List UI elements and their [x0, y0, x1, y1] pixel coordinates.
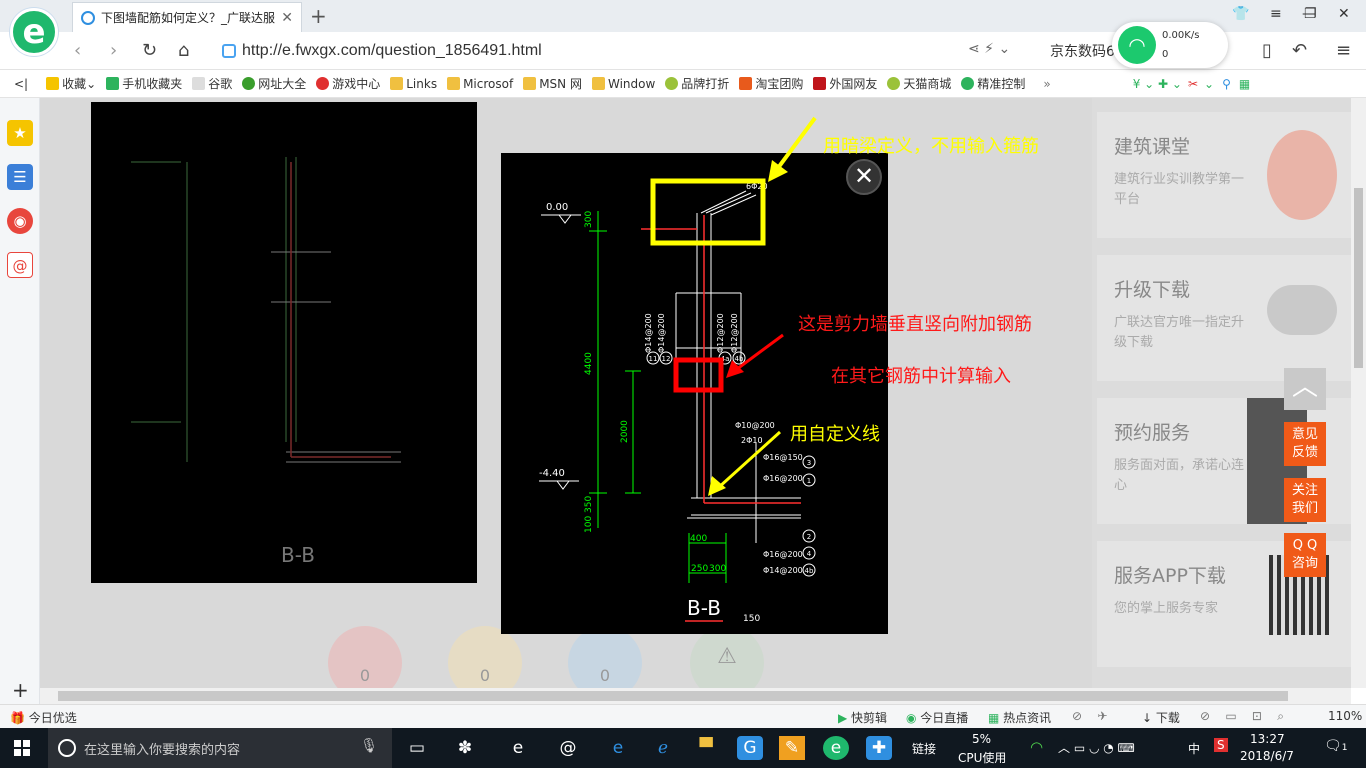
live-link[interactable]: ◉ 今日直播 — [906, 709, 968, 726]
sogou-input-icon[interactable]: S — [1214, 738, 1228, 752]
zoom-level[interactable]: 110% — [1328, 709, 1362, 723]
app-browser-e-icon[interactable]: e — [505, 736, 531, 760]
annotation-arrows — [708, 116, 817, 496]
news-icon: ▦ — [988, 711, 1004, 725]
task-view-icon[interactable]: ▭ — [404, 736, 430, 760]
today-picks-label: 今日优选 — [28, 711, 77, 725]
net-speed: 0.00K/s — [1162, 30, 1200, 41]
clock-date[interactable]: 2018/6/7 — [1240, 749, 1294, 763]
today-picks-link[interactable]: 🎁 今日优选 — [10, 709, 77, 726]
quick-edit-link[interactable]: ▶ 快剪辑 — [838, 709, 887, 726]
download-icon: ↓ — [1142, 711, 1156, 725]
taskbar-search-box[interactable]: 在这里输入你要搜索的内容 🎙 — [48, 728, 392, 768]
edge-icon[interactable]: e — [605, 736, 631, 760]
notification-count: 1 — [1341, 743, 1348, 753]
hot-news-link[interactable]: ▦ 热点资讯 — [988, 709, 1051, 726]
app-notes-icon[interactable]: ✎ — [779, 736, 805, 760]
status-tool-icons[interactable]: ⊘ ✈ — [1072, 709, 1107, 723]
wifi-tray-icon[interactable]: ◠ — [1030, 738, 1043, 756]
annotation-hidden-beam: 用暗梁定义，不用输入箍筋 — [823, 136, 1039, 157]
app-fan-icon[interactable]: ✽ — [452, 736, 478, 760]
status-more-icons[interactable]: ⊘ ▭ ⊡ ⌕ — [1200, 709, 1284, 724]
wifi-icon: ◠ — [1118, 26, 1156, 64]
file-explorer-icon[interactable]: ▀ — [693, 736, 719, 760]
taskbar-search-placeholder: 在这里输入你要搜索的内容 — [84, 742, 241, 758]
ime-indicator[interactable]: 中 — [1188, 740, 1200, 757]
annotation-vertical-rebar: 这是剪力墙垂直竖向附加钢筋 — [798, 314, 1032, 335]
app-swirl-icon[interactable]: @ — [555, 736, 581, 760]
download-label: 下载 — [1155, 711, 1180, 725]
browser-logo[interactable]: e — [10, 8, 58, 56]
close-viewer-button[interactable]: ✕ — [846, 159, 882, 195]
gift-icon: 🎁 — [10, 711, 29, 725]
cortana-icon — [58, 739, 76, 757]
windows-start-button[interactable] — [14, 740, 30, 756]
annotation-other-rebar: 在其它钢筋中计算输入 — [831, 366, 1011, 387]
cpu-percent: 5% — [972, 732, 992, 746]
windows-taskbar: 在这里输入你要搜索的内容 🎙 ▭ ✽ e @ e ℯ ▀ G ✎ e ✚ 链接 … — [0, 728, 1366, 768]
app-360-icon[interactable]: e — [823, 736, 849, 760]
app-g-icon[interactable]: G — [737, 736, 763, 760]
browser-status-bar: 🎁 今日优选 ▶ 快剪辑 ◉ 今日直播 ▦ 热点资讯 ⊘ ✈ ↓ 下载 ⊘ ▭ … — [0, 704, 1366, 728]
notification-icon[interactable]: 🗨1 — [1324, 738, 1348, 754]
network-speed-widget[interactable]: ◠ 0.00K/s 0 — [1112, 22, 1228, 68]
microphone-icon[interactable]: 🎙 — [360, 738, 378, 754]
play-icon: ◉ — [906, 711, 921, 725]
video-icon: ▶ — [838, 711, 852, 725]
clock-time[interactable]: 13:27 — [1250, 732, 1285, 746]
download-link[interactable]: ↓ 下载 — [1142, 709, 1180, 726]
app-plus-icon[interactable]: ✚ — [866, 736, 892, 760]
tray-icons[interactable]: ︿ ▭ ◡ ◔ ⌨ — [1058, 739, 1135, 756]
cpu-label: CPU使用 — [958, 751, 1007, 765]
hot-news-label: 热点资讯 — [1003, 711, 1052, 725]
annotation-custom-line: 用自定义线 — [790, 424, 880, 445]
live-label: 今日直播 — [920, 711, 969, 725]
taskbar-link-label[interactable]: 链接 — [912, 740, 936, 757]
quick-edit-label: 快剪辑 — [851, 711, 888, 725]
ie-icon[interactable]: ℯ — [650, 736, 676, 760]
net-count: 0 — [1162, 49, 1169, 60]
